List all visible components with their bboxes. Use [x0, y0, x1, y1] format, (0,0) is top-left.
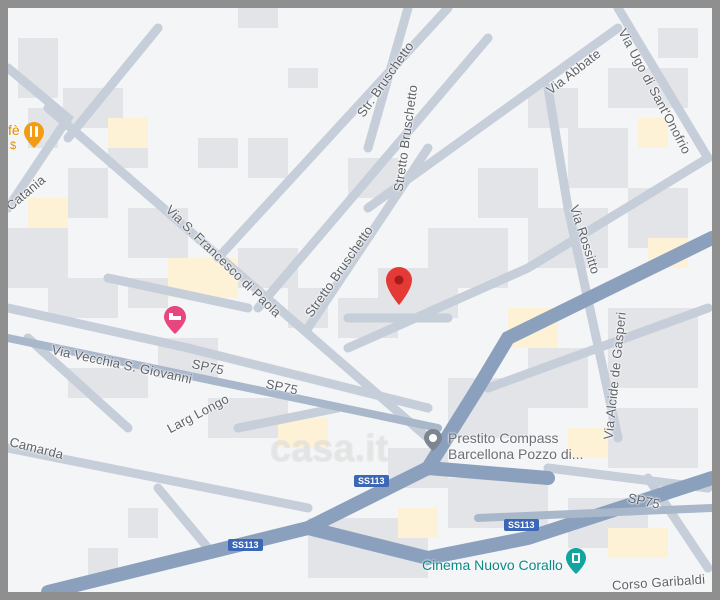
casa-watermark: casa.it [270, 428, 389, 470]
map-frame: Via Ugo di Sant'Onofrio Str. Bruschetto … [0, 0, 720, 600]
poi-label-prestito-line1: Prestito Compass [448, 430, 559, 446]
poi-label-cinema[interactable]: Cinema Nuovo Corallo [422, 557, 563, 573]
poi-label-cafe-name: fè [8, 122, 20, 138]
poi-label-prestito[interactable]: Prestito Compass Barcellona Pozzo di... [448, 430, 583, 462]
poi-label-cafe[interactable]: fè [8, 122, 20, 138]
poi-label-prestito-line2: Barcellona Pozzo di... [448, 446, 584, 462]
map-background [8, 8, 712, 592]
road-shield-ss113-b: SS113 [504, 519, 539, 531]
poi-label-cafe-price: $ [10, 140, 17, 152]
road-shield-ss113-a: SS113 [354, 475, 389, 487]
road-shield-ss113-c: SS113 [228, 539, 263, 551]
map-canvas[interactable]: Via Ugo di Sant'Onofrio Str. Bruschetto … [8, 8, 712, 592]
